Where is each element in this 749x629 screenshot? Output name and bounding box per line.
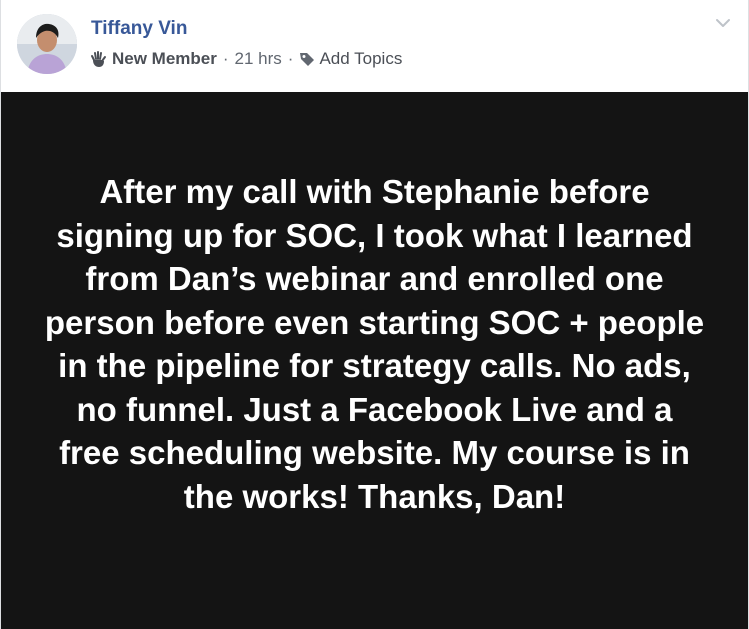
post-text: After my call with Stephanie before sign… — [44, 173, 705, 515]
author-name-link[interactable]: Tiffany Vin — [91, 18, 187, 40]
tag-icon — [299, 51, 315, 67]
group-post: Tiffany Vin New Member · 21 hrs · Add To… — [0, 0, 749, 629]
chevron-down-icon[interactable] — [714, 16, 732, 30]
profile-photo-icon — [17, 14, 77, 74]
text-background-card: After my call with Stephanie before sign… — [1, 92, 748, 629]
meta-separator: · — [287, 49, 294, 68]
post-timestamp-link[interactable]: 21 hrs — [235, 49, 282, 69]
post-header: Tiffany Vin New Member · 21 hrs · Add To… — [1, 0, 748, 92]
add-topics-link[interactable]: Add Topics — [319, 49, 402, 69]
waving-hand-icon — [89, 49, 109, 69]
post-meta: New Member · 21 hrs · Add Topics — [89, 49, 402, 69]
avatar[interactable] — [17, 14, 77, 74]
meta-separator: · — [222, 49, 229, 68]
member-badge-label: New Member — [112, 49, 217, 68]
